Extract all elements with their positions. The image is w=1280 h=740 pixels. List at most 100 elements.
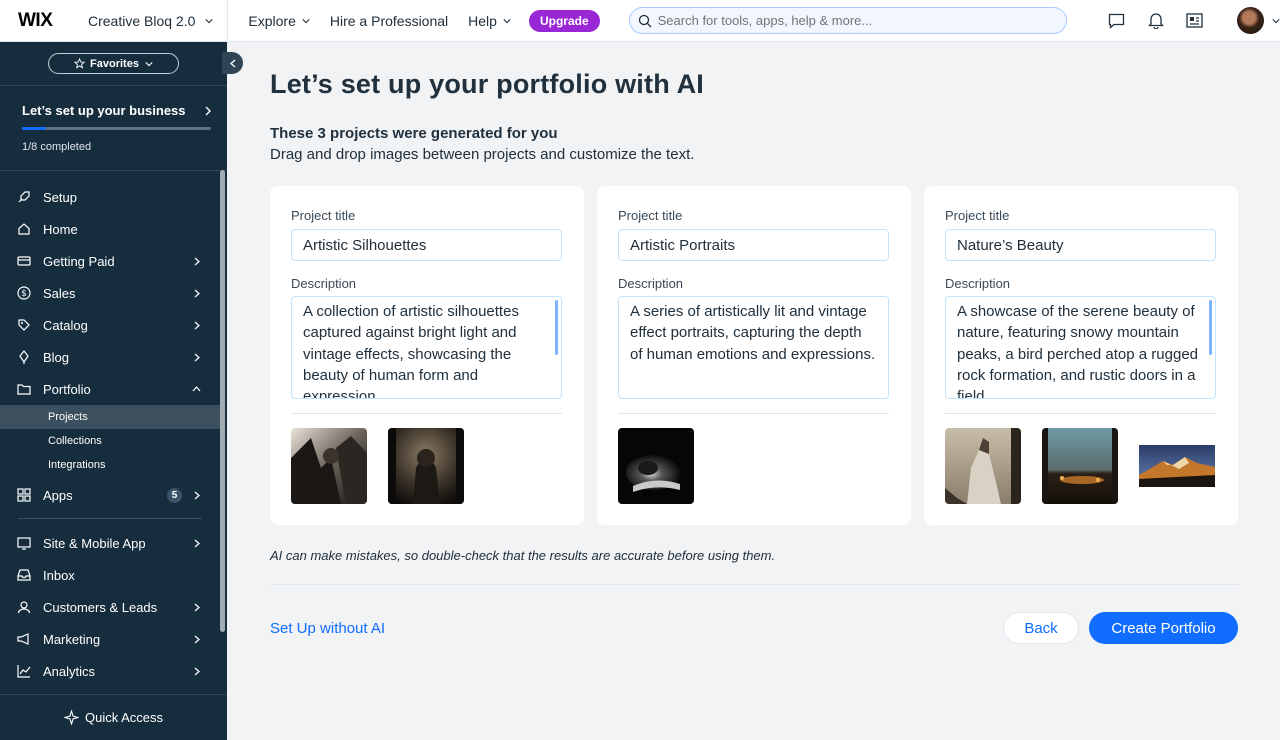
site-name: Creative Bloq 2.0 — [88, 12, 196, 29]
nav-hire-label: Hire a Professional — [329, 12, 449, 29]
avatar[interactable] — [1236, 7, 1264, 34]
sidebar-item-site-mobile-app[interactable]: Site & Mobile App — [0, 527, 220, 559]
sidebar-menu: Setup Home Getting Paid $ Sales Catalog … — [0, 181, 220, 687]
description-textarea[interactable]: A series of artistically lit and vintage… — [618, 296, 889, 399]
nav-hire-professional[interactable]: Hire a Professional — [330, 13, 448, 29]
description-textarea[interactable]: A collection of artistic silhouettes cap… — [291, 296, 562, 399]
description-label: Description — [945, 276, 1011, 291]
dollar-icon: $ — [17, 286, 31, 300]
chat-icon[interactable] — [1107, 11, 1127, 31]
chevron-right-icon — [194, 289, 200, 298]
favorites-button[interactable]: Favorites — [48, 53, 179, 74]
bell-icon[interactable] — [1146, 11, 1166, 31]
setup-progress-text: 1/8 completed — [22, 141, 92, 153]
description-text: A showcase of the serene beauty of natur… — [957, 303, 1199, 399]
sidebar: Favorites Let’s set up your business 1/8… — [0, 42, 227, 740]
divider — [0, 170, 227, 171]
search-input[interactable] — [657, 13, 1038, 28]
sidebar-item-apps[interactable]: Apps 5 — [0, 479, 220, 511]
quick-access-button[interactable]: Quick Access — [0, 694, 227, 740]
sidebar-subitem-integrations[interactable]: Integrations — [0, 453, 220, 477]
nav-help[interactable]: Help — [468, 13, 511, 29]
footer-divider — [270, 584, 1238, 585]
textarea-scrollbar[interactable] — [555, 300, 558, 355]
back-button[interactable]: Back — [1003, 612, 1079, 644]
sidebar-item-portfolio[interactable]: Portfolio — [0, 373, 220, 405]
wix-logo[interactable]: WIX — [18, 10, 70, 32]
chevron-right-icon — [194, 257, 200, 266]
customers-icon — [17, 600, 31, 614]
sidebar-item-setup[interactable]: Setup — [0, 181, 220, 213]
chevron-right-icon — [194, 539, 200, 548]
sidebar-subitem-projects[interactable]: Projects — [0, 405, 220, 429]
chevron-down-icon — [145, 61, 153, 66]
sidebar-item-label: Site & Mobile App — [43, 535, 146, 551]
marketing-icon — [17, 632, 31, 646]
sidebar-item-sales[interactable]: $ Sales — [0, 277, 220, 309]
chevron-down-icon[interactable] — [1272, 17, 1280, 25]
sidebar-item-label: Blog — [43, 349, 70, 365]
project-title-input[interactable] — [291, 229, 562, 261]
sidebar-item-label: Catalog — [43, 317, 88, 333]
project-image[interactable] — [1139, 445, 1215, 487]
sidebar-item-label: Getting Paid — [43, 253, 115, 269]
setup-business-link[interactable]: Let’s set up your business — [22, 103, 212, 118]
sidebar-item-label: Marketing — [43, 631, 101, 647]
project-image[interactable] — [1042, 428, 1118, 504]
chevron-down-icon — [302, 18, 310, 23]
sidebar-item-getting-paid[interactable]: Getting Paid — [0, 245, 220, 277]
chevron-right-icon — [194, 635, 200, 644]
sidebar-item-home[interactable]: Home — [0, 213, 220, 245]
site-selector[interactable]: Creative Bloq 2.0 — [88, 0, 229, 42]
project-image[interactable] — [388, 428, 464, 504]
sidebar-item-blog[interactable]: Blog — [0, 341, 220, 373]
site-icon — [17, 536, 31, 550]
description-label: Description — [291, 276, 357, 291]
quill-icon — [17, 350, 31, 364]
sidebar-item-label: Portfolio — [43, 381, 91, 397]
portfolio-icon — [17, 382, 31, 396]
newsfeed-icon[interactable] — [1185, 11, 1205, 31]
sidebar-item-customers-leads[interactable]: Customers & Leads — [0, 591, 220, 623]
main-content: Let’s set up your portfolio with AI Thes… — [227, 42, 1280, 740]
chevron-right-icon — [205, 106, 211, 115]
project-title-label: Project title — [618, 208, 683, 223]
analytics-icon — [17, 664, 31, 678]
description-textarea[interactable]: A showcase of the serene beauty of natur… — [945, 296, 1216, 399]
page-instructions: Drag and drop images between projects an… — [270, 146, 695, 163]
sidebar-item-label: Sales — [43, 285, 76, 301]
page-subtitle: These 3 projects were generated for you — [270, 125, 558, 142]
sidebar-item-catalog[interactable]: Catalog — [0, 309, 220, 341]
page-title: Let’s set up your portfolio with AI — [270, 69, 704, 99]
sidebar-scrollbar[interactable] — [220, 170, 225, 632]
upgrade-button[interactable]: Upgrade — [528, 9, 600, 32]
menu-divider — [18, 518, 202, 519]
svg-text:$: $ — [21, 289, 27, 299]
setup-without-ai-link[interactable]: Set Up without AI — [270, 620, 385, 637]
search-icon — [638, 14, 652, 27]
project-title-input[interactable] — [618, 229, 889, 261]
sidebar-item-label: Inbox — [43, 567, 75, 583]
home-icon — [17, 222, 31, 236]
textarea-scrollbar[interactable] — [1209, 300, 1212, 355]
sidebar-subitem-collections[interactable]: Collections — [0, 429, 220, 453]
nav-help-label: Help — [468, 12, 497, 29]
nav-explore[interactable]: Explore — [248, 13, 310, 29]
rocket-icon — [17, 190, 31, 204]
create-portfolio-button[interactable]: Create Portfolio — [1089, 612, 1238, 644]
project-image[interactable] — [291, 428, 367, 504]
project-image[interactable] — [945, 428, 1021, 504]
search-bar[interactable] — [628, 7, 1067, 34]
description-text: A series of artistically lit and vintage… — [630, 303, 876, 363]
inbox-icon — [17, 568, 31, 582]
project-title-input[interactable] — [945, 229, 1216, 261]
sidebar-item-marketing[interactable]: Marketing — [0, 623, 220, 655]
tag-icon — [17, 318, 31, 332]
divider — [0, 85, 227, 86]
sidebar-item-analytics[interactable]: Analytics — [0, 655, 220, 687]
sidebar-item-label: Setup — [43, 189, 77, 205]
chevron-right-icon — [194, 321, 200, 330]
top-bar: WIX Creative Bloq 2.0 Explore Hire a Pro… — [0, 0, 1280, 42]
project-image[interactable] — [618, 428, 694, 504]
sidebar-item-inbox[interactable]: Inbox — [0, 559, 220, 591]
